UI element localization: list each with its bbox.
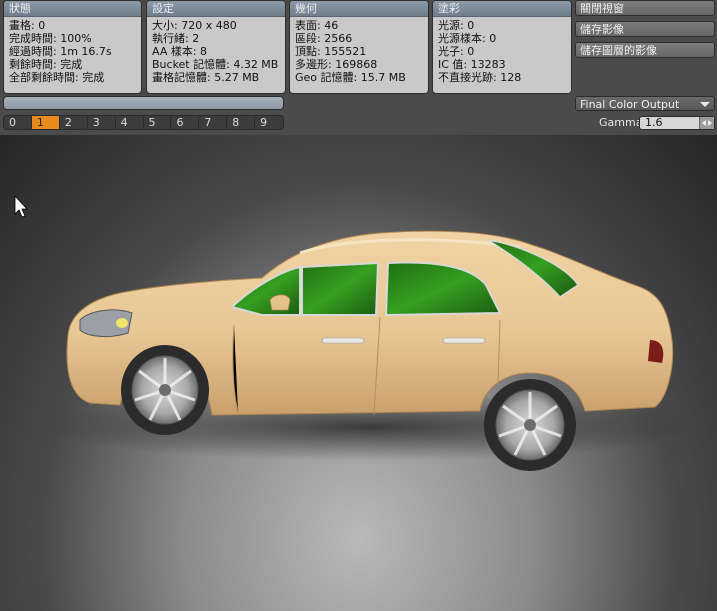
settings-panel-title: 設定: [147, 1, 285, 17]
render-viewport[interactable]: [0, 135, 717, 611]
shading-lights: 光源: 0: [438, 19, 475, 32]
frame-button-7[interactable]: 7: [199, 116, 228, 129]
status-remaining: 剩餘時間: 完成: [9, 58, 83, 71]
cursor-icon: [14, 194, 28, 218]
save-image-button[interactable]: 儲存影像: [575, 21, 715, 37]
geometry-segments: 區段: 2566: [295, 32, 353, 45]
frame-button-8[interactable]: 8: [227, 116, 256, 129]
frame-button-5[interactable]: 5: [144, 116, 172, 129]
spinner-arrows-icon[interactable]: [699, 117, 714, 129]
shading-panel: 塗彩 光源: 0 光源樣本: 0 光子: 0 IC 值: 13283 不直接光跡…: [432, 0, 572, 94]
geometry-panel-title: 幾何: [290, 1, 428, 17]
geometry-vertices: 頂點: 155521: [295, 45, 367, 58]
frame-selector: 0 1 2 3 4 5 6 7 8 9: [3, 115, 284, 130]
status-panel: 狀態 畫格: 0 完成時間: 100% 經過時間: 1m 16.7s 剩餘時間:…: [3, 0, 142, 94]
chevron-down-icon: [700, 102, 710, 107]
geometry-panel: 幾何 表面: 46 區段: 2566 頂點: 155521 多邊形: 16986…: [289, 0, 429, 94]
frame-button-1[interactable]: 1: [31, 116, 60, 129]
shading-ic-values: IC 值: 13283: [438, 58, 506, 71]
gamma-value: 1.6: [645, 116, 663, 129]
frame-button-9[interactable]: 9: [255, 116, 283, 129]
output-dropdown-value: Final Color Output: [580, 98, 680, 111]
status-total-remaining: 全部剩餘時間: 完成: [9, 71, 105, 84]
frame-button-2[interactable]: 2: [60, 116, 88, 129]
settings-panel: 設定 大小: 720 x 480 執行緒: 2 AA 樣本: 8 Bucket …: [146, 0, 286, 94]
shading-photons: 光子: 0: [438, 45, 475, 58]
gamma-input[interactable]: 1.6: [639, 116, 715, 130]
frame-button-0[interactable]: 0: [4, 116, 32, 129]
settings-frame-memory: 畫格記憶體: 5.27 MB: [152, 71, 260, 84]
status-complete: 完成時間: 100%: [9, 32, 92, 45]
settings-bucket-memory: Bucket 記憶體: 4.32 MB: [152, 58, 279, 71]
geometry-memory: Geo 記憶體: 15.7 MB: [295, 71, 406, 84]
geometry-surfaces: 表面: 46: [295, 19, 339, 32]
rendered-car-image: [14, 194, 700, 471]
status-panel-title: 狀態: [4, 1, 141, 17]
shading-indirect-rays: 不直接光跡: 128: [438, 71, 522, 84]
settings-aa-samples: AA 樣本: 8: [152, 45, 208, 58]
settings-threads: 執行緒: 2: [152, 32, 200, 45]
render-toolbar: 狀態 畫格: 0 完成時間: 100% 經過時間: 1m 16.7s 剩餘時間:…: [0, 0, 717, 135]
render-progress-bar: [3, 96, 284, 110]
frame-button-3[interactable]: 3: [88, 116, 116, 129]
shading-panel-title: 塗彩: [433, 1, 571, 17]
gamma-label: Gamma: [599, 116, 643, 129]
geometry-polygons: 多邊形: 169868: [295, 58, 378, 71]
settings-size: 大小: 720 x 480: [152, 19, 237, 32]
frame-button-6[interactable]: 6: [171, 116, 200, 129]
shading-light-samples: 光源樣本: 0: [438, 32, 497, 45]
status-frame: 畫格: 0: [9, 19, 46, 32]
frame-button-4[interactable]: 4: [116, 116, 144, 129]
close-window-button[interactable]: 關閉視窗: [575, 0, 715, 16]
output-dropdown[interactable]: Final Color Output: [575, 96, 715, 111]
save-layered-image-button[interactable]: 儲存圖層的影像: [575, 42, 715, 58]
status-elapsed: 經過時間: 1m 16.7s: [9, 45, 112, 58]
